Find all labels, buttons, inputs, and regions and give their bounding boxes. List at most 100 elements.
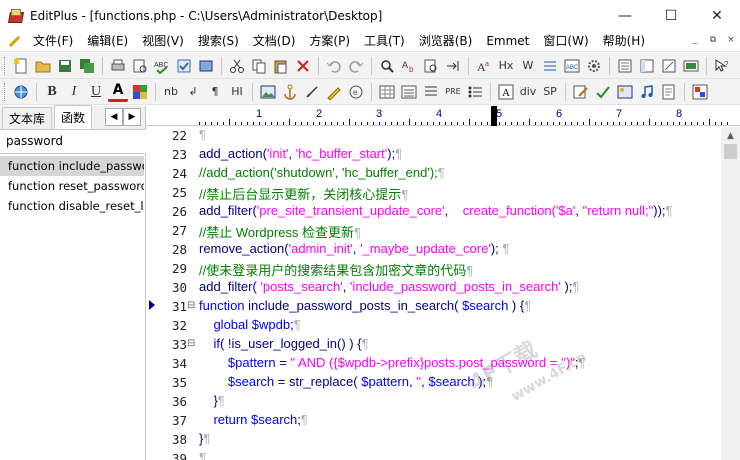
link-icon[interactable] — [302, 82, 322, 102]
bold-button[interactable]: B — [42, 82, 62, 102]
function-list-item[interactable]: function disable_reset_lost_password — [0, 196, 144, 216]
delete-icon[interactable] — [293, 56, 313, 76]
code-line: //add_action('shutdown', 'hc_buffer_end'… — [199, 165, 445, 180]
html-image-icon[interactable] — [615, 82, 635, 102]
spellcheck-icon[interactable]: ABC — [152, 56, 172, 76]
mdi-restore-button[interactable]: ⧉ — [706, 33, 720, 47]
code-editor[interactable]: 22 ¶ 23 add_action('init', 'hc_buffer_start… — [147, 127, 721, 460]
browser-globe-icon[interactable] — [11, 82, 31, 102]
print-icon[interactable] — [108, 56, 128, 76]
menu-help[interactable]: 帮助(H) — [596, 31, 652, 52]
print-preview-icon[interactable] — [130, 56, 150, 76]
line-break-button[interactable]: ↲ — [183, 82, 203, 102]
separator — [468, 56, 469, 75]
menu-search[interactable]: 搜索(S) — [191, 31, 246, 52]
open-folder-icon[interactable] — [33, 56, 53, 76]
table-icon[interactable] — [377, 82, 397, 102]
new-file-icon[interactable] — [11, 56, 31, 76]
span-button[interactable]: SP — [540, 82, 560, 102]
menu-edit[interactable]: 编辑(E) — [80, 31, 135, 52]
menu-file[interactable]: 文件(F) — [26, 31, 80, 52]
save-icon[interactable] — [55, 56, 75, 76]
paste-icon[interactable] — [271, 56, 291, 76]
menu-browser[interactable]: 浏览器(B) — [412, 31, 480, 52]
div-button[interactable]: div — [518, 82, 538, 102]
cut-icon[interactable] — [227, 56, 247, 76]
font-color-button[interactable]: A — [108, 82, 128, 102]
separator — [565, 82, 566, 101]
comment-tag-icon[interactable]: e — [346, 82, 366, 102]
paragraph-button[interactable]: ¶ — [205, 82, 225, 102]
tab-functions[interactable]: 函数 — [54, 105, 93, 129]
menu-emmet[interactable]: Emmet — [479, 31, 536, 52]
form-icon[interactable] — [421, 82, 441, 102]
output-window-icon[interactable] — [659, 56, 679, 76]
function-list-item[interactable]: function reset_password_ — [0, 176, 144, 196]
color-palette-icon[interactable] — [130, 82, 150, 102]
menu-window[interactable]: 窗口(W) — [536, 31, 595, 52]
redo-icon[interactable] — [346, 56, 366, 76]
word-wrap-icon[interactable]: W — [518, 56, 538, 76]
line-number: 31 — [171, 299, 187, 314]
menu-document[interactable]: 文档(D) — [246, 31, 303, 52]
undo-icon[interactable] — [324, 56, 344, 76]
column-select-icon[interactable]: ABC — [562, 56, 582, 76]
hx-icon[interactable]: Hx — [496, 56, 516, 76]
code-line: remove_action('admin_init', '_maybe_upda… — [199, 241, 509, 256]
goto-line-icon[interactable] — [443, 56, 463, 76]
line-number-icon[interactable] — [540, 56, 560, 76]
replace-icon[interactable]: Ab — [399, 56, 419, 76]
directory-window-icon[interactable] — [637, 56, 657, 76]
music-note-icon[interactable] — [637, 82, 657, 102]
cliptext-window-icon[interactable] — [615, 56, 635, 76]
minimize-button[interactable]: — — [602, 0, 648, 31]
text-a-icon[interactable]: A — [496, 82, 516, 102]
color-picker-icon[interactable] — [690, 82, 710, 102]
menu-tools[interactable]: 工具(T) — [357, 31, 412, 52]
maximize-button[interactable]: ☐ — [648, 0, 694, 31]
nbsp-button[interactable]: nb — [161, 82, 181, 102]
find-in-files-icon[interactable] — [421, 56, 441, 76]
fold-toggle-icon[interactable]: ⊟ — [187, 338, 197, 349]
heading-button[interactable]: HI — [227, 82, 247, 102]
help-cursor-icon[interactable]: ? — [712, 56, 732, 76]
settings-gear-icon[interactable] — [584, 56, 604, 76]
find-icon[interactable] — [377, 56, 397, 76]
copy-icon[interactable] — [249, 56, 269, 76]
pre-button[interactable]: PRE — [443, 82, 463, 102]
tab-right-arrow-icon[interactable]: ▶ — [123, 108, 141, 126]
menu-project[interactable]: 方案(P) — [302, 31, 357, 52]
code-token: $search — [251, 412, 298, 427]
scroll-up-arrow-icon[interactable]: ▲ — [721, 127, 740, 144]
menu-view[interactable]: 视图(V) — [135, 31, 191, 52]
fullscreen-icon[interactable] — [681, 56, 701, 76]
validate-check-icon[interactable] — [593, 82, 613, 102]
script-icon[interactable] — [659, 82, 679, 102]
code-token: } — [199, 393, 218, 408]
image-icon[interactable] — [258, 82, 278, 102]
fold-toggle-icon[interactable]: ⊟ — [187, 300, 197, 311]
tab-cliptext[interactable]: 文本库 — [2, 107, 53, 129]
edit-pencil-icon[interactable] — [571, 82, 591, 102]
tab-left-arrow-icon[interactable]: ◀ — [105, 108, 123, 126]
list-icon[interactable] — [399, 82, 419, 102]
mdi-close-button[interactable]: × — [724, 33, 738, 47]
code-line: //使未登录用户的搜索结果包含加密文章的代码¶ — [199, 260, 473, 279]
code-token: ¶ — [572, 279, 580, 294]
separator — [684, 82, 685, 101]
bullet-list-icon[interactable] — [465, 82, 485, 102]
ftp-icon[interactable] — [196, 56, 216, 76]
check-icon[interactable] — [174, 56, 194, 76]
vertical-scrollbar[interactable]: ▲ — [721, 127, 740, 460]
function-list-item[interactable]: function include_password_posts_in_searc… — [0, 156, 144, 176]
function-search-input[interactable]: password — [0, 130, 146, 154]
italic-button[interactable]: I — [64, 82, 84, 102]
scroll-thumb[interactable] — [724, 144, 737, 159]
highlight-pen-icon[interactable] — [324, 82, 344, 102]
save-all-icon[interactable] — [77, 56, 97, 76]
underline-button[interactable]: U — [86, 82, 106, 102]
font-size-icon[interactable]: Aa — [474, 56, 494, 76]
mdi-minimize-button[interactable]: _ — [688, 33, 702, 47]
anchor-icon[interactable] — [280, 82, 300, 102]
close-button[interactable]: ✕ — [694, 0, 740, 31]
